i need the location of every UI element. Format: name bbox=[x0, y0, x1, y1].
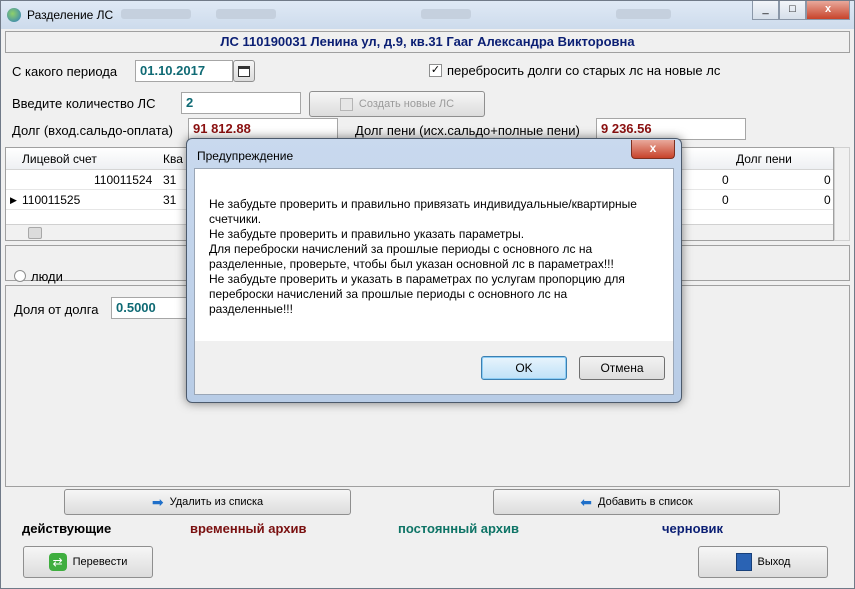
window-title: Разделение ЛС bbox=[27, 8, 114, 22]
blurred-title-text bbox=[121, 9, 191, 19]
row-pointer-icon: ▶ bbox=[10, 195, 17, 205]
scroll-thumb[interactable] bbox=[28, 227, 42, 239]
message-line: разделенные!!! bbox=[209, 302, 293, 316]
value-cell: 0 bbox=[722, 193, 729, 207]
account-cell: 110011525 bbox=[22, 193, 81, 207]
dialog-body: Не забудьте проверить и правильно привяз… bbox=[194, 168, 674, 395]
message-line: Для переброски начислений за прошлые пер… bbox=[209, 242, 593, 256]
count-input[interactable]: 2 bbox=[181, 92, 301, 114]
people-label: люди bbox=[31, 269, 63, 284]
period-label: С какого периода bbox=[12, 64, 118, 79]
message-line: переброски начислений за прошлые периоды… bbox=[209, 287, 568, 301]
add-to-list-button[interactable]: ⬅ Добавить в список bbox=[493, 489, 780, 515]
message-line: Не забудьте проверить и правильно указат… bbox=[209, 227, 525, 241]
value-cell: 0 bbox=[722, 173, 729, 187]
minimize-button[interactable]: _ bbox=[752, 1, 779, 20]
blurred-title-text bbox=[216, 9, 276, 19]
message-line: разделенные, проверьте, чтобы был указан… bbox=[209, 257, 614, 271]
account-header: ЛС 110190031 Ленина ул, д.9, кв.31 Гааг … bbox=[5, 31, 850, 53]
message-line: счетчики. bbox=[209, 212, 262, 226]
column-apartment[interactable]: Ква bbox=[163, 149, 183, 169]
exit-label: Выход bbox=[757, 556, 791, 568]
create-accounts-label: Создать новые ЛС bbox=[358, 98, 455, 110]
dialog-close-button[interactable]: x bbox=[631, 140, 675, 159]
share-field[interactable]: 0.5000 bbox=[111, 297, 191, 319]
calendar-button[interactable] bbox=[233, 60, 255, 82]
apartment-cell: 31 bbox=[163, 173, 177, 187]
dialog-title: Предупреждение bbox=[197, 149, 294, 163]
transfer-debts-checkbox[interactable]: ✓ bbox=[429, 64, 442, 77]
message-line: Не забудьте проверить и указать в параме… bbox=[209, 272, 625, 286]
app-globe-icon bbox=[7, 8, 21, 22]
remove-from-list-button[interactable]: ➡ Удалить из списка bbox=[64, 489, 351, 515]
column-penalty-debt[interactable]: Долг пени bbox=[736, 149, 792, 169]
account-cell: 110011524 bbox=[94, 173, 153, 187]
blurred-title-text bbox=[616, 9, 671, 19]
add-grid-icon bbox=[339, 97, 353, 111]
column-account[interactable]: Лицевой счет bbox=[22, 149, 97, 169]
status-draft[interactable]: черновик bbox=[662, 521, 723, 536]
period-date-field[interactable]: 01.10.2017 bbox=[135, 60, 233, 82]
cancel-button[interactable]: Отмена bbox=[579, 356, 665, 380]
title-bar: Разделение ЛС _ □ x bbox=[1, 1, 854, 29]
debt-label: Долг (вход.сальдо-оплата) bbox=[12, 123, 173, 138]
transfer-button[interactable]: ⇄ Перевести bbox=[23, 546, 153, 578]
penalty-field[interactable]: 9 236.56 bbox=[596, 118, 746, 140]
count-label: Введите количество ЛС bbox=[12, 96, 156, 111]
exit-button[interactable]: Выход bbox=[698, 546, 828, 578]
people-radio[interactable] bbox=[14, 270, 26, 282]
value-cell: 0 bbox=[824, 193, 831, 207]
message-line: Не забудьте проверить и правильно привяз… bbox=[209, 197, 637, 211]
exit-door-icon bbox=[735, 553, 752, 571]
close-button[interactable]: x bbox=[806, 1, 850, 20]
value-cell: 0 bbox=[824, 173, 831, 187]
blurred-title-text bbox=[421, 9, 471, 19]
transfer-label: Перевести bbox=[72, 556, 128, 568]
dialog-message-area: Не забудьте проверить и правильно привяз… bbox=[195, 169, 673, 341]
warning-dialog: Предупреждение x Не забудьте проверить и… bbox=[186, 138, 682, 403]
penalty-label: Долг пени (исх.сальдо+полные пени) bbox=[355, 123, 580, 138]
apartment-cell: 31 bbox=[163, 193, 177, 207]
status-active[interactable]: действующие bbox=[22, 521, 111, 536]
arrow-right-icon: ➡ bbox=[151, 493, 164, 510]
dialog-message: Не забудьте проверить и правильно привяз… bbox=[209, 197, 659, 317]
transfer-icon: ⇄ bbox=[48, 553, 67, 571]
debt-field[interactable]: 91 812.88 bbox=[188, 118, 338, 140]
calendar-icon bbox=[238, 65, 250, 77]
status-temp-archive[interactable]: временный архив bbox=[190, 521, 306, 536]
transfer-debts-label: перебросить долги со старых лс на новые … bbox=[447, 63, 721, 78]
status-perm-archive[interactable]: постоянный архив bbox=[398, 521, 519, 536]
ok-button[interactable]: OK bbox=[481, 356, 567, 380]
add-to-list-label: Добавить в список bbox=[598, 496, 693, 508]
remove-from-list-label: Удалить из списка bbox=[169, 496, 264, 508]
arrow-left-icon: ⬅ bbox=[580, 493, 592, 510]
create-accounts-button[interactable]: Создать новые ЛС bbox=[309, 91, 485, 117]
grid-vertical-scrollbar[interactable] bbox=[834, 147, 850, 241]
share-label: Доля от долга bbox=[14, 302, 99, 317]
maximize-button[interactable]: □ bbox=[779, 1, 806, 20]
